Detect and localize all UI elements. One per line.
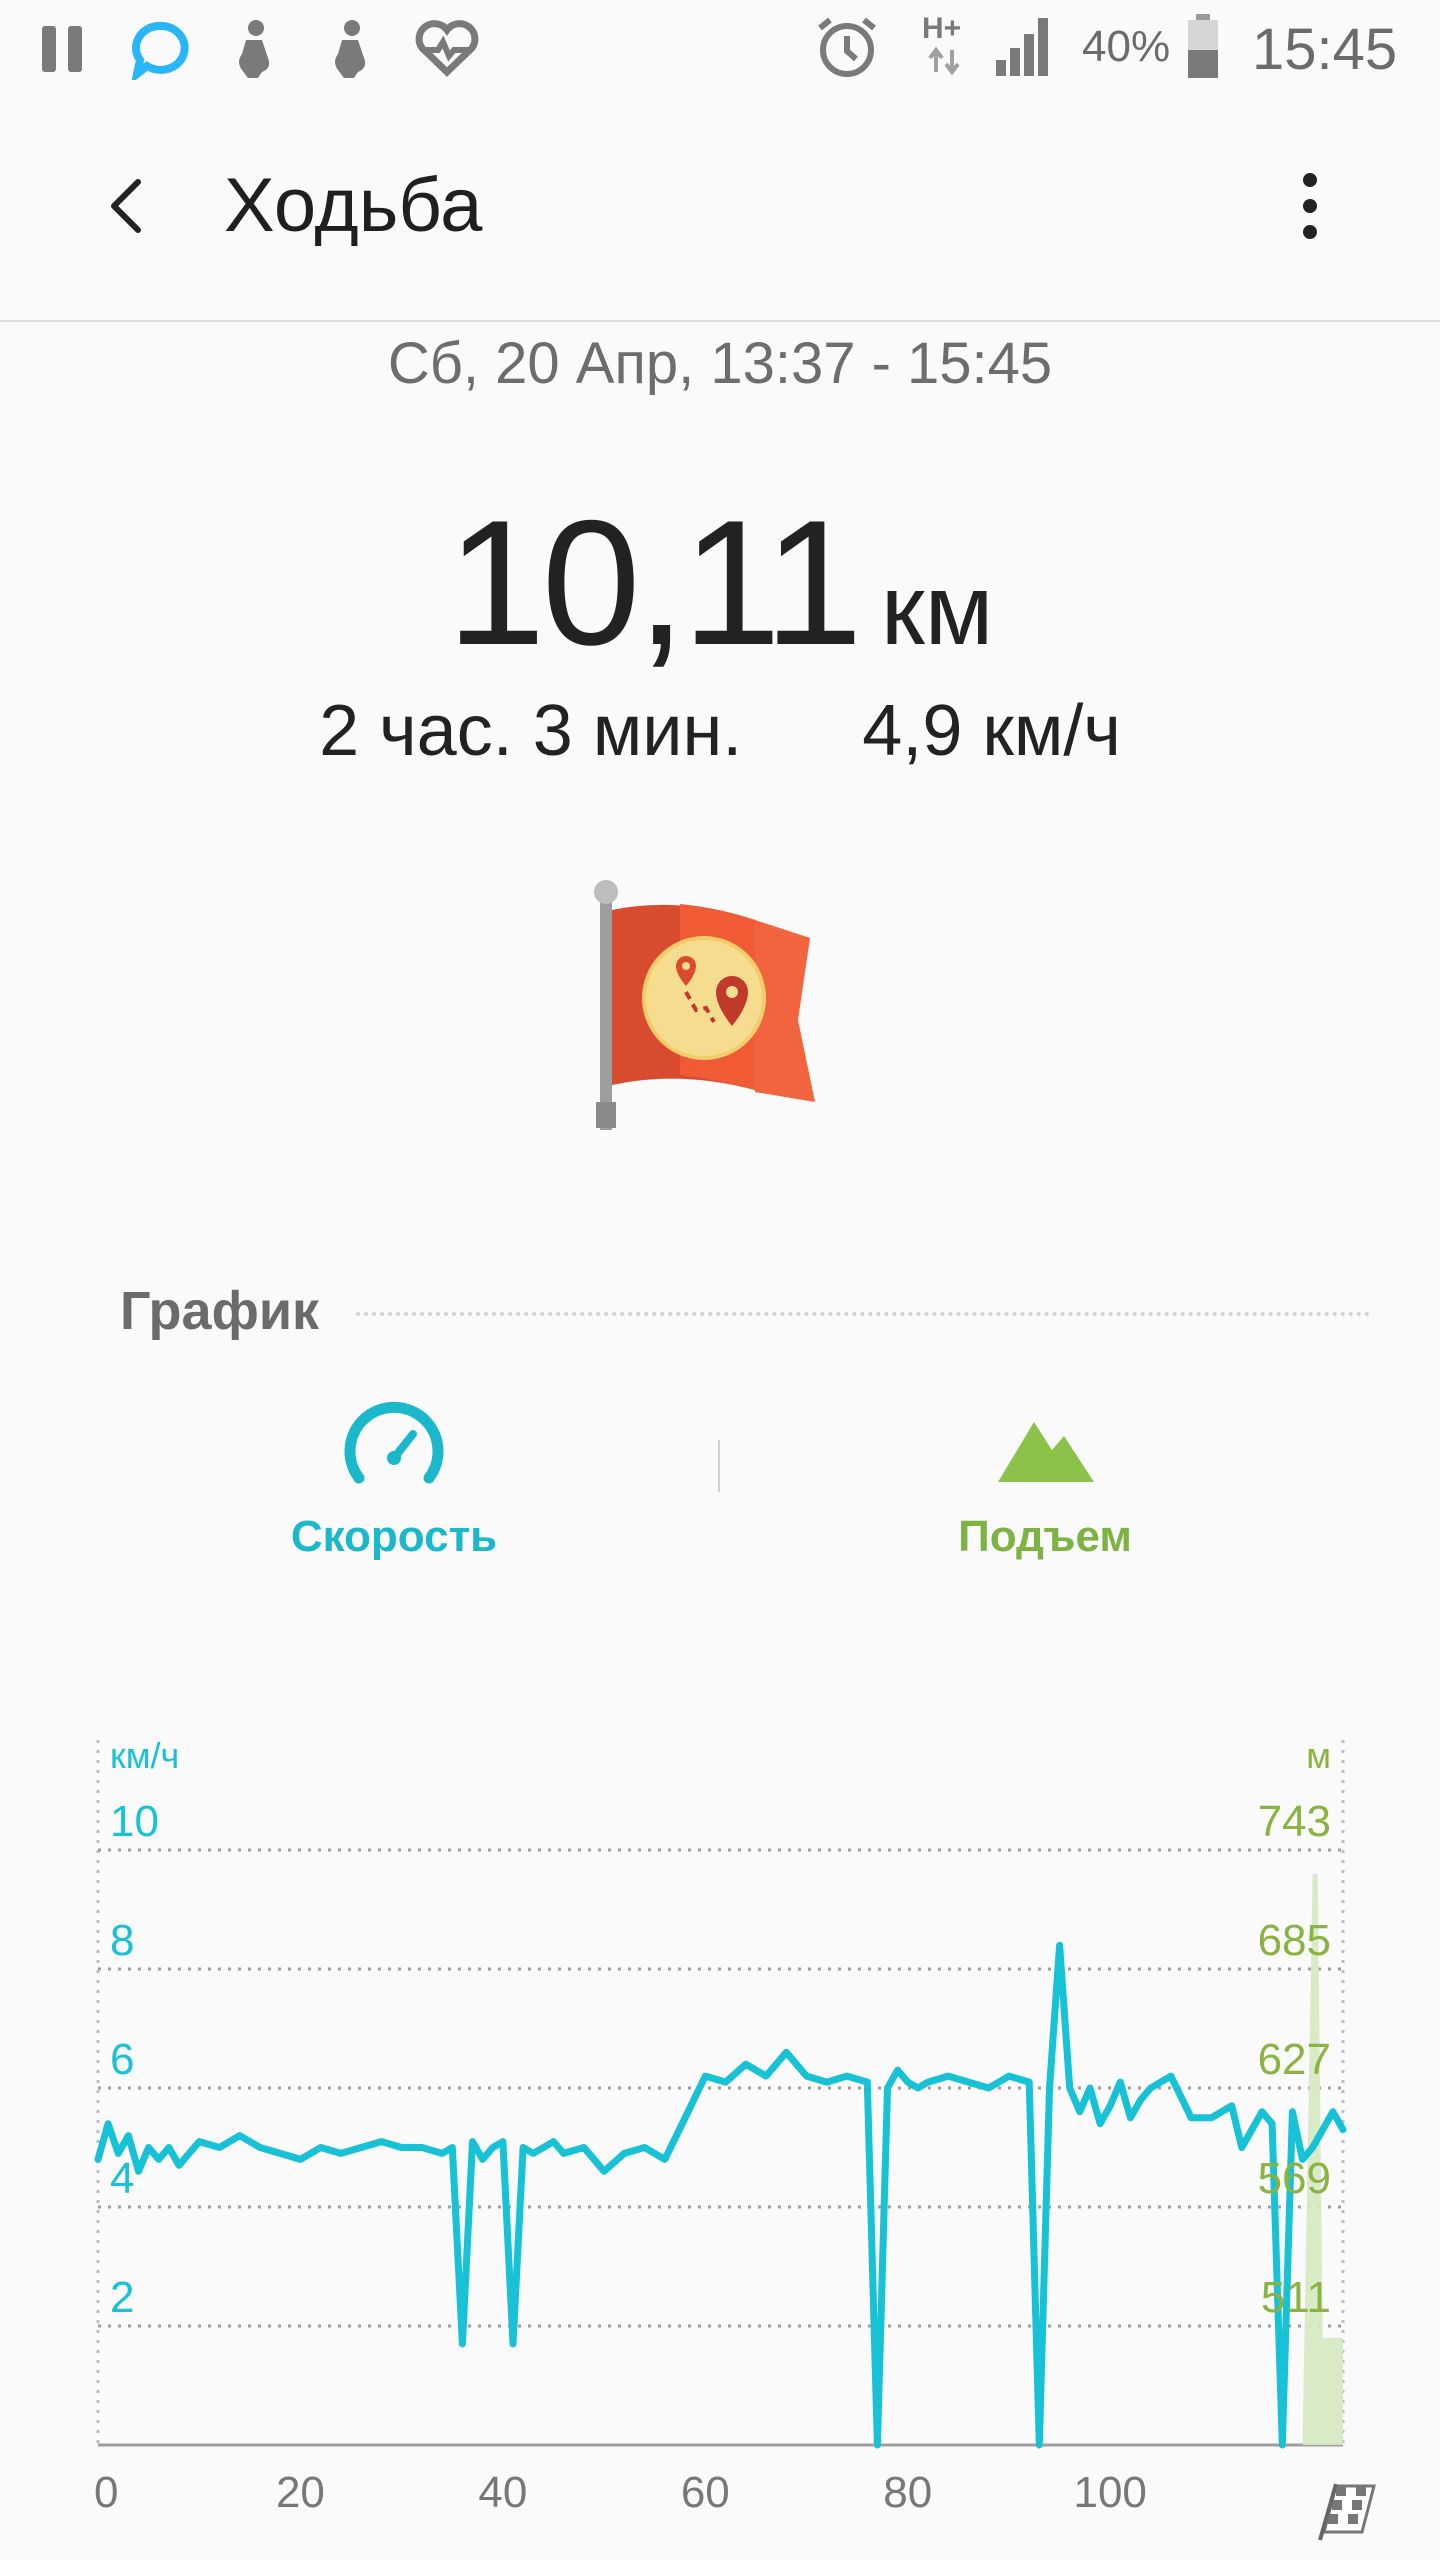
left-unit-label: км/ч [110, 1735, 179, 1776]
distance-value: 10,11 [446, 483, 863, 682]
workout-stats: 2 час. 3 мин. 4,9 км/ч [0, 690, 1440, 772]
left-tick-label: 6 [110, 2035, 134, 2084]
right-unit-label: м [1306, 1735, 1331, 1776]
heart-rate-icon [415, 20, 479, 77]
svg-text:H+: H+ [922, 12, 961, 45]
page-title: Ходьба [224, 163, 483, 248]
distance-unit: км [880, 554, 994, 666]
right-tick-label: 511 [1261, 2273, 1331, 2322]
x-tick-label: 0 [94, 2468, 118, 2517]
graph-title: График [120, 1281, 320, 1341]
right-tick-label: 685 [1258, 1916, 1331, 1965]
tab-elevation[interactable]: Подъем [845, 1400, 1245, 1562]
chat-bubble-icon [131, 21, 189, 80]
speed-elevation-chart: 2 511 4 569 6 627 8 685 10 743 км/ч м 0 20 40 60 80 100 [94, 1735, 1376, 2541]
tab-speed-label: Скорость [290, 1512, 498, 1561]
distance-display: 10,11 км [0, 480, 1440, 685]
header-divider [356, 1312, 1370, 1316]
x-tick-label: 100 [1073, 2468, 1146, 2517]
average-speed: 4,9 км/ч [862, 691, 1121, 771]
more-options-button[interactable] [1270, 166, 1350, 246]
pregnancy-icon [239, 20, 270, 78]
app-bar: Ходьба [0, 96, 1440, 322]
network-hplus-icon: H+ [922, 12, 961, 76]
workout-duration: 2 час. 3 мин. [319, 691, 743, 771]
battery-percent: 40% [1082, 22, 1171, 71]
alarm-icon [818, 17, 876, 77]
graph-section-header: График [120, 1280, 1370, 1350]
battery-icon [1188, 14, 1218, 78]
x-tick-label: 40 [478, 2468, 527, 2517]
signal-icon [996, 18, 1048, 76]
route-flag-icon[interactable] [580, 880, 860, 1140]
right-tick-label: 743 [1258, 1797, 1331, 1846]
tab-speed[interactable]: Скорость [194, 1400, 594, 1562]
more-vert-icon [1303, 173, 1317, 239]
tab-divider [718, 1440, 720, 1492]
finish-flag-icon [1318, 2483, 1376, 2541]
right-tick-label: 627 [1258, 2035, 1331, 2084]
tab-elevation-label: Подъем [958, 1512, 1132, 1561]
left-tick-label: 2 [110, 2273, 134, 2322]
workout-datetime: Сб, 20 Апр, 13:37 - 15:45 [387, 331, 1053, 396]
speed-series-line [94, 1941, 1347, 2449]
pause-icon [42, 26, 82, 72]
back-button[interactable] [90, 166, 170, 246]
pregnancy-icon [335, 20, 366, 78]
left-tick-label: 8 [110, 1916, 134, 1965]
left-tick-label: 10 [110, 1797, 159, 1846]
right-tick-label: 569 [1258, 2154, 1331, 2203]
x-tick-label: 80 [883, 2468, 932, 2517]
clock: 15:45 [1252, 17, 1398, 82]
x-tick-label: 60 [681, 2468, 730, 2517]
mountain-icon [998, 1422, 1094, 1482]
status-bar: H+ 40% 15:45 [0, 0, 1440, 96]
left-tick-label: 4 [110, 2154, 134, 2203]
speedometer-icon [344, 1401, 444, 1484]
back-arrow-icon [111, 179, 141, 233]
x-tick-label: 20 [276, 2468, 325, 2517]
